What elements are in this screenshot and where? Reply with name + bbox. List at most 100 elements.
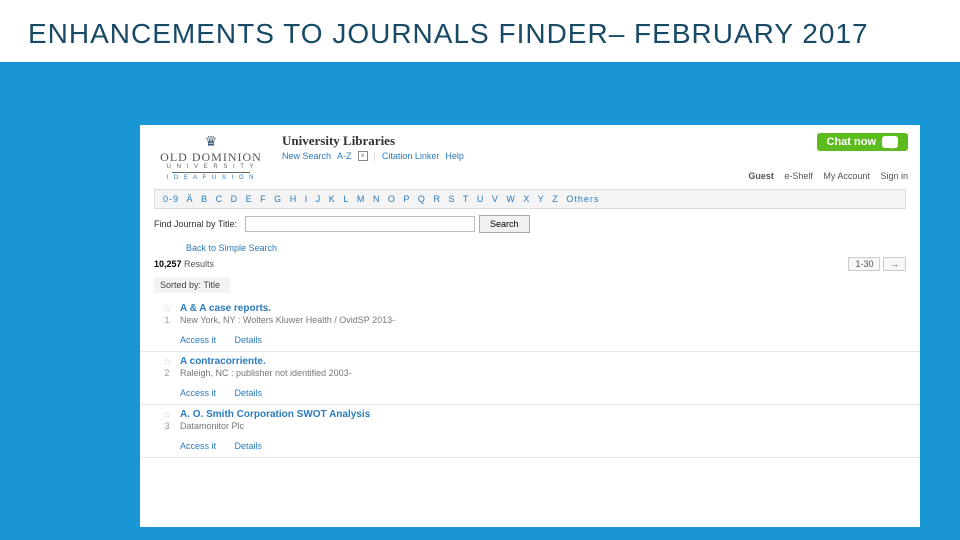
star-icon[interactable]: ☆ <box>154 305 180 315</box>
star-icon[interactable]: ☆ <box>154 411 180 421</box>
az-letter[interactable]: F <box>260 194 267 204</box>
library-name: University Libraries <box>282 133 740 149</box>
results-count: 10,257 Results <box>154 259 214 269</box>
az-letter[interactable]: Ä <box>187 194 194 204</box>
close-tab-icon[interactable]: × <box>358 151 368 161</box>
sort-label: Sorted by: <box>160 280 201 290</box>
az-index-bar: 0-9 Ä B C D E F G H I J K L M N O P Q R … <box>154 189 906 209</box>
tab-new-search[interactable]: New Search <box>282 151 331 161</box>
tab-az[interactable]: A-Z <box>337 151 352 161</box>
link-details[interactable]: Details <box>235 335 263 345</box>
result-publisher: Raleigh, NC : publisher not identified 2… <box>180 368 906 378</box>
result-links: Access it Details <box>180 335 906 345</box>
logo-main: OLD DOMINION <box>152 150 270 165</box>
az-letter[interactable]: Others <box>566 194 599 204</box>
link-access-it[interactable]: Access it <box>180 335 216 345</box>
search-button[interactable]: Search <box>479 215 530 233</box>
chat-bubble-icon <box>882 136 898 148</box>
az-letter[interactable]: U <box>477 194 485 204</box>
tab-help[interactable]: Help <box>445 151 464 161</box>
result-links: Access it Details <box>180 441 906 451</box>
az-letter[interactable]: H <box>290 194 298 204</box>
az-letter[interactable]: R <box>433 194 441 204</box>
result-number: 1 <box>154 315 180 325</box>
tab-citation[interactable]: Citation Linker <box>382 151 440 161</box>
az-letter[interactable]: Z <box>552 194 559 204</box>
crown-icon: ♛ <box>152 133 270 150</box>
result-publisher: Datamonitor Plc <box>180 421 906 431</box>
result-index-col: ☆ 3 <box>154 409 180 457</box>
app-screenshot: ♛ OLD DOMINION U N I V E R S I T Y I D E… <box>140 125 920 527</box>
star-icon[interactable]: ☆ <box>154 358 180 368</box>
search-label: Find Journal by Title: <box>154 219 237 229</box>
link-signin[interactable]: Sign in <box>880 171 908 181</box>
count-word: Results <box>184 259 214 269</box>
logo-sub: U N I V E R S I T Y <box>152 164 270 170</box>
result-item: ☆ 1 A & A case reports. New York, NY : W… <box>140 299 920 352</box>
az-letter[interactable]: P <box>403 194 410 204</box>
az-letter[interactable]: J <box>316 194 322 204</box>
user-links: Guest e-Shelf My Account Sign in <box>740 171 908 181</box>
link-access-it[interactable]: Access it <box>180 441 216 451</box>
result-number: 3 <box>154 421 180 431</box>
az-letter[interactable]: Y <box>538 194 545 204</box>
az-letter[interactable]: X <box>523 194 530 204</box>
pagination: 1-30 → <box>848 257 906 271</box>
link-details[interactable]: Details <box>235 388 263 398</box>
result-item: ☆ 3 A. O. Smith Corporation SWOT Analysi… <box>140 405 920 458</box>
az-letter[interactable]: C <box>216 194 224 204</box>
az-letter[interactable]: L <box>343 194 349 204</box>
result-index-col: ☆ 2 <box>154 356 180 404</box>
back-to-simple-search[interactable]: Back to Simple Search <box>186 243 920 253</box>
result-number: 2 <box>154 368 180 378</box>
result-publisher: New York, NY : Wolters Kluwer Health / O… <box>180 315 906 325</box>
az-letter[interactable]: I <box>305 194 309 204</box>
link-eshelf[interactable]: e-Shelf <box>784 171 813 181</box>
result-title[interactable]: A contracorriente. <box>180 356 906 367</box>
az-letter[interactable]: W <box>506 194 516 204</box>
link-myaccount[interactable]: My Account <box>823 171 870 181</box>
chat-now-button[interactable]: Chat now <box>817 133 909 151</box>
az-letter[interactable]: G <box>274 194 282 204</box>
search-row: Find Journal by Title: Search <box>154 215 906 233</box>
result-links: Access it Details <box>180 388 906 398</box>
result-title[interactable]: A. O. Smith Corporation SWOT Analysis <box>180 409 906 420</box>
page-next[interactable]: → <box>883 257 906 271</box>
slide-title-bar: ENHANCEMENTS TO JOURNALS FINDER– FEBRUAR… <box>0 0 960 62</box>
search-input[interactable] <box>245 216 475 232</box>
count-number: 10,257 <box>154 259 182 269</box>
page-range[interactable]: 1-30 <box>848 257 880 271</box>
results-meta: 10,257 Results 1-30 → <box>154 257 906 271</box>
header-right: Chat now Guest e-Shelf My Account Sign i… <box>740 133 908 181</box>
result-body: A contracorriente. Raleigh, NC : publish… <box>180 356 906 404</box>
link-details[interactable]: Details <box>235 441 263 451</box>
az-letter[interactable]: B <box>201 194 208 204</box>
header-tabs: New Search A-Z × | Citation Linker Help <box>282 151 740 161</box>
az-letter[interactable]: K <box>329 194 336 204</box>
header-middle: University Libraries New Search A-Z × | … <box>270 133 740 161</box>
az-letter[interactable]: 0-9 <box>163 194 179 204</box>
az-letter[interactable]: N <box>373 194 381 204</box>
az-letter[interactable]: V <box>492 194 499 204</box>
tab-divider: | <box>374 151 376 161</box>
result-body: A. O. Smith Corporation SWOT Analysis Da… <box>180 409 906 457</box>
sort-value: Title <box>203 280 220 290</box>
az-letter[interactable]: Q <box>418 194 426 204</box>
az-letter[interactable]: M <box>357 194 366 204</box>
institution-logo[interactable]: ♛ OLD DOMINION U N I V E R S I T Y I D E… <box>152 133 270 181</box>
chat-label: Chat now <box>827 136 877 148</box>
slide-title: ENHANCEMENTS TO JOURNALS FINDER– FEBRUAR… <box>28 18 932 50</box>
az-letter[interactable]: T <box>463 194 470 204</box>
result-title[interactable]: A & A case reports. <box>180 303 906 314</box>
az-letter[interactable]: O <box>388 194 396 204</box>
logo-divider <box>172 172 250 173</box>
az-letter[interactable]: S <box>448 194 455 204</box>
sort-row[interactable]: Sorted by: Title <box>154 277 230 293</box>
az-letter[interactable]: D <box>231 194 239 204</box>
az-letter[interactable]: E <box>246 194 253 204</box>
logo-tag: I D E A F U S I O N <box>152 175 270 181</box>
result-item: ☆ 2 A contracorriente. Raleigh, NC : pub… <box>140 352 920 405</box>
result-index-col: ☆ 1 <box>154 303 180 351</box>
link-access-it[interactable]: Access it <box>180 388 216 398</box>
result-body: A & A case reports. New York, NY : Wolte… <box>180 303 906 351</box>
